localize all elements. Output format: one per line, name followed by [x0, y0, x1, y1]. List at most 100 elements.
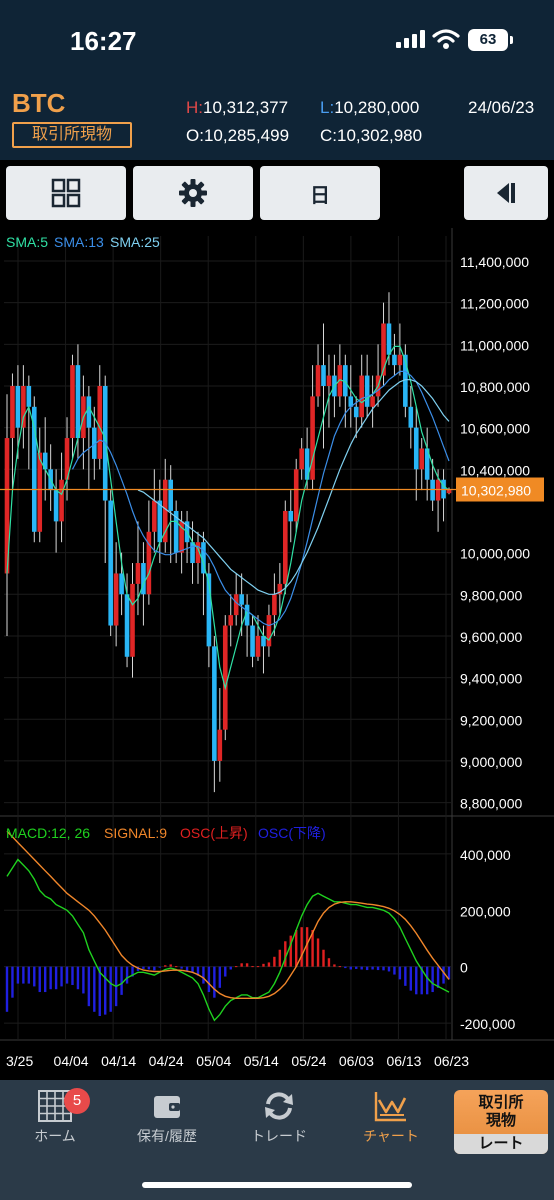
macd-legend-label: OSC(下降) [258, 825, 326, 841]
grid-icon [51, 178, 81, 208]
candle-up [37, 452, 43, 532]
candle-up [97, 385, 103, 459]
rate-panel-button[interactable]: 取引所 現物 レート [454, 1090, 548, 1154]
osc-down-bar [376, 966, 380, 971]
candle-up [152, 500, 157, 532]
osc-down-bar [415, 966, 418, 995]
x-tick-label: 06/13 [386, 1053, 421, 1069]
osc-up-bar [164, 965, 167, 967]
price-tick-label: 9,400,000 [460, 671, 522, 687]
osc-down-bar [218, 966, 222, 988]
osc-up-bar [322, 949, 325, 967]
candle-up [370, 396, 375, 407]
home-indicator [142, 1182, 412, 1188]
osc-down-bar [442, 966, 445, 984]
x-tick-label: 05/14 [244, 1053, 279, 1069]
ticker-symbol[interactable]: BTC [12, 88, 65, 119]
price-tick-label: 8,800,000 [460, 796, 522, 812]
candle-up [10, 385, 15, 439]
macd-line [6, 858, 450, 1022]
candle-up [222, 625, 228, 730]
osc-up-bar [295, 930, 298, 967]
osc-down-bar [349, 966, 352, 970]
osc-down-bar [33, 966, 36, 987]
candle-up [70, 365, 75, 439]
battery-icon: 63 [468, 29, 508, 51]
candle-down [157, 500, 163, 543]
candle-down [364, 375, 370, 407]
price-tick-label: 11,400,000 [460, 254, 529, 270]
sma-legend-label: SMA:25 [110, 234, 160, 250]
osc-up-bar [278, 949, 282, 967]
osc-down-bar [185, 966, 189, 971]
macd-tick-label: 400,000 [460, 847, 511, 863]
price-tick-label: 9,600,000 [460, 629, 522, 645]
candle-up [130, 583, 135, 657]
wallet-icon [154, 1096, 180, 1118]
osc-down-bar [76, 966, 80, 990]
osc-down-bar [224, 966, 227, 977]
osc-down-bar [82, 966, 85, 994]
notification-badge: 5 [64, 1088, 90, 1114]
market-type-badge[interactable]: 取引所現物 [12, 122, 132, 148]
osc-down-bar [38, 966, 41, 993]
settings-button[interactable] [133, 166, 253, 220]
candle-down [124, 594, 130, 657]
osc-down-bar [355, 966, 358, 969]
open-value-row: O:10,285,499 [186, 126, 289, 146]
osc-down-bar [207, 966, 211, 993]
osc-down-bar [398, 966, 402, 980]
price-tick-label: 10,400,000 [460, 462, 530, 478]
osc-down-bar [54, 966, 58, 990]
high-value-row: H:10,312,377 [186, 98, 288, 118]
macd-legend-label: SIGNAL:9 [104, 825, 167, 841]
candle-down [353, 406, 359, 418]
tab-chart[interactable]: チャート [336, 1090, 446, 1150]
candle-down [321, 365, 326, 386]
tab-holdings[interactable]: 保有/履歴 [112, 1090, 222, 1150]
status-bar: 16:27 63 [0, 0, 554, 80]
x-tick-label: 04/04 [54, 1053, 89, 1069]
osc-up-bar [240, 963, 243, 967]
x-tick-label: 06/23 [434, 1053, 469, 1069]
osc-down-bar [104, 966, 107, 1015]
candle-down [26, 385, 32, 407]
tab-trade-label: トレード [251, 1128, 307, 1144]
tab-home[interactable]: ホーム [0, 1090, 110, 1150]
candle-down [250, 625, 255, 657]
period-button[interactable]: 日 [260, 166, 380, 220]
tab-trade[interactable]: トレード [224, 1090, 334, 1150]
osc-down-bar [49, 966, 52, 990]
chart-canvas[interactable]: 11,400,000 11,200,000 11,000,000 10,800,000… [0, 228, 554, 1080]
osc-down-bar [229, 966, 232, 970]
chart-icon [374, 1092, 407, 1122]
osc-down-bar [180, 966, 183, 969]
osc-down-bar [371, 966, 374, 970]
osc-down-bar [71, 966, 74, 985]
x-tick-label: 06/03 [339, 1053, 374, 1069]
candle-up [419, 448, 425, 470]
osc-up-bar [300, 927, 303, 967]
layout-button[interactable] [6, 166, 126, 220]
open-value: 10,285,499 [203, 126, 290, 145]
osc-down-bar [344, 966, 347, 969]
collapse-panel-button[interactable] [464, 166, 548, 220]
osc-up-bar [245, 963, 249, 967]
close-value: 10,302,980 [337, 126, 423, 145]
candle-up [315, 365, 321, 397]
x-tick-label: 05/24 [291, 1053, 326, 1069]
osc-down-bar [43, 966, 47, 993]
chart-area[interactable]: 11,400,000 11,200,000 11,000,000 10,800,000… [0, 228, 554, 1080]
osc-down-bar [147, 966, 151, 970]
osc-down-bar [125, 966, 129, 984]
tab-holdings-label: 保有/履歴 [137, 1128, 197, 1144]
candle-up [299, 448, 304, 470]
signal-icon [396, 30, 425, 48]
price-tick-label: 10,000,000 [460, 546, 530, 562]
osc-up-bar [256, 966, 260, 968]
sma-legend-label: SMA:13 [54, 234, 104, 250]
sma-line-2 [71, 370, 450, 627]
high-value: 10,312,377 [203, 98, 289, 117]
sma-line-3 [137, 379, 450, 595]
candle-up [293, 469, 299, 522]
